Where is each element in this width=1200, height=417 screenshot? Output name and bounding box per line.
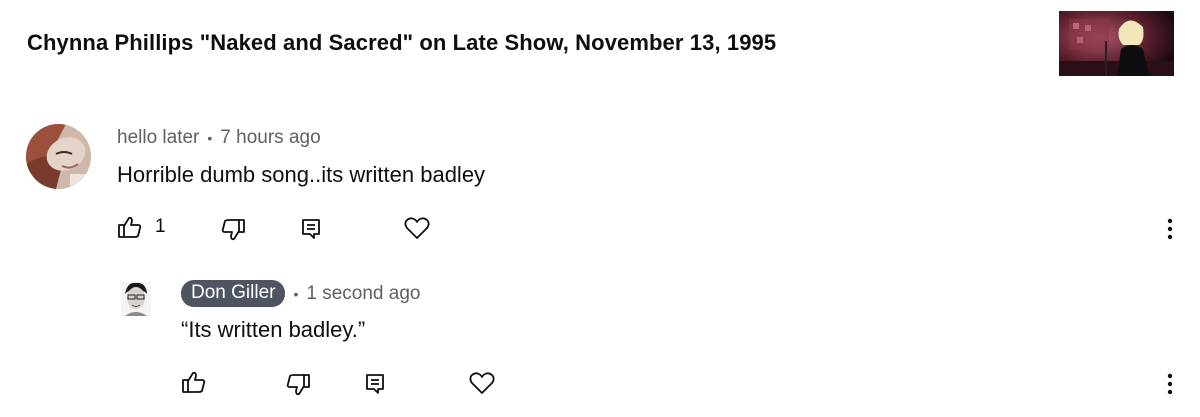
reply-meta: Don Giller • 1 second ago (181, 280, 420, 307)
comment-text: Horrible dumb song..its written badley (117, 162, 486, 187)
comment-meta: hello later • 7 hours ago (117, 127, 321, 149)
thumbs-down-icon (221, 219, 245, 241)
heart-button[interactable] (404, 216, 430, 240)
like-count: 1 (155, 216, 166, 237)
reply-dislike-button[interactable] (285, 373, 311, 397)
reply-heart-button[interactable] (469, 371, 495, 395)
reply-text: “Its written badley.” (181, 317, 366, 342)
heart-icon (469, 372, 495, 394)
avatar[interactable] (26, 124, 91, 189)
meta-separator: • (293, 285, 299, 302)
comment-more-button[interactable] (1158, 217, 1182, 241)
thumbs-up-icon (118, 216, 142, 238)
comment-reply-icon (366, 374, 384, 394)
reply-more-button[interactable] (1158, 372, 1182, 396)
comment-author[interactable]: hello later (117, 127, 199, 149)
comment-timestamp[interactable]: 7 hours ago (220, 127, 320, 149)
reply-reply-button[interactable] (365, 373, 385, 395)
heart-icon (404, 217, 430, 239)
thumbs-down-icon (286, 374, 310, 396)
comment-thread-page: Chynna Phillips "Naked and Sacred" on La… (0, 0, 1200, 417)
video-title[interactable]: Chynna Phillips "Naked and Sacred" on La… (27, 30, 776, 56)
dislike-button[interactable] (220, 218, 246, 242)
vertical-dots-icon (1167, 373, 1173, 395)
comment-reply-icon (302, 219, 320, 239)
meta-separator: • (207, 130, 213, 146)
reply-like-button[interactable] (181, 370, 207, 394)
reply-timestamp[interactable]: 1 second ago (306, 283, 420, 305)
reply-author-chip[interactable]: Don Giller (181, 280, 286, 307)
reply-button[interactable] (301, 218, 321, 240)
thumbs-up-icon (182, 371, 206, 393)
vertical-dots-icon (1167, 218, 1173, 240)
like-button[interactable]: 1 (117, 215, 166, 239)
video-thumbnail[interactable] (1059, 11, 1174, 76)
reply-avatar[interactable] (121, 282, 151, 316)
